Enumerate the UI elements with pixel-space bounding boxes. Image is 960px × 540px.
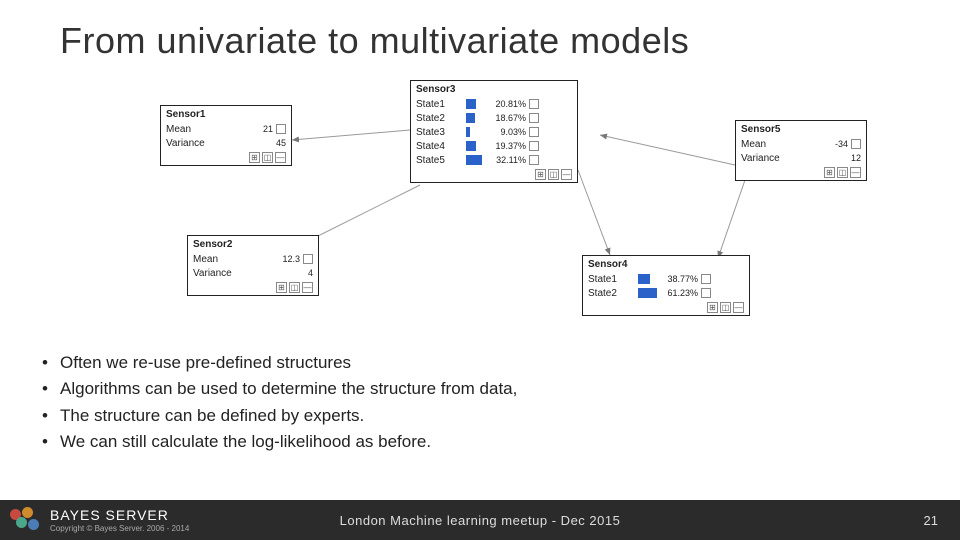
checkbox-icon	[529, 141, 539, 151]
stat-value: 12.3	[243, 254, 300, 264]
node-title: Sensor4	[588, 259, 744, 270]
node-toolbar: ⊞ ◫ —	[416, 169, 572, 180]
checkbox-icon	[529, 127, 539, 137]
stat-label: Variance	[193, 268, 243, 279]
chart-icon: ◫	[720, 302, 731, 313]
bullet-item: Algorithms can be used to determine the …	[42, 376, 517, 402]
node-sensor2: Sensor2 Mean 12.3 Variance 4 ⊞ ◫ —	[187, 235, 319, 296]
node-toolbar: ⊞ ◫ —	[741, 167, 861, 178]
checkbox-icon	[529, 99, 539, 109]
state-row: State2 61.23%	[588, 286, 744, 300]
state-bar	[466, 113, 492, 123]
stat-label: Variance	[741, 153, 791, 164]
state-row: State1 20.81%	[416, 97, 572, 111]
collapse-icon: —	[850, 167, 861, 178]
stat-row: Variance 4	[193, 266, 313, 280]
stat-row: Mean -34	[741, 137, 861, 151]
chart-icon: ◫	[548, 169, 559, 180]
node-title: Sensor5	[741, 124, 861, 135]
stat-row: Mean 21	[166, 122, 286, 136]
node-title: Sensor1	[166, 109, 286, 120]
state-bar	[466, 127, 492, 137]
collapse-icon: —	[561, 169, 572, 180]
collapse-icon: —	[733, 302, 744, 313]
bullet-item: Often we re-use pre-defined structures	[42, 350, 517, 376]
chart-icon: ◫	[837, 167, 848, 178]
state-row: State3 9.03%	[416, 125, 572, 139]
stat-label: Variance	[166, 138, 216, 149]
state-bar	[466, 155, 492, 165]
node-sensor4: Sensor4 State1 38.77% State2 61.23% ⊞ ◫ —	[582, 255, 750, 316]
stat-value: 4	[243, 268, 313, 278]
state-pct: 18.67%	[492, 113, 526, 123]
node-sensor5: Sensor5 Mean -34 Variance 12 ⊞ ◫ —	[735, 120, 867, 181]
slide-footer: BAYES SERVER Copyright © Bayes Server. 2…	[0, 500, 960, 540]
checkbox-icon	[701, 288, 711, 298]
collapse-icon: —	[302, 282, 313, 293]
state-label: State1	[588, 274, 638, 285]
state-pct: 61.23%	[664, 288, 698, 298]
stat-label: Mean	[193, 254, 243, 265]
chart-icon: ◫	[289, 282, 300, 293]
bullet-item: We can still calculate the log-likelihoo…	[42, 429, 517, 455]
stat-value: 45	[216, 138, 286, 148]
node-title: Sensor3	[416, 84, 572, 95]
node-sensor1: Sensor1 Mean 21 Variance 45 ⊞ ◫ —	[160, 105, 292, 166]
slide-title: From univariate to multivariate models	[60, 20, 689, 62]
checkbox-icon	[529, 155, 539, 165]
stat-value: 21	[216, 124, 273, 134]
state-pct: 9.03%	[492, 127, 526, 137]
grid-icon: ⊞	[707, 302, 718, 313]
state-row: State1 38.77%	[588, 272, 744, 286]
state-bar	[466, 99, 492, 109]
grid-icon: ⊞	[276, 282, 287, 293]
collapse-icon: —	[275, 152, 286, 163]
grid-icon: ⊞	[249, 152, 260, 163]
checkbox-icon	[303, 254, 313, 264]
state-label: State2	[588, 288, 638, 299]
state-pct: 19.37%	[492, 141, 526, 151]
stat-row: Variance 12	[741, 151, 861, 165]
checkbox-icon	[701, 274, 711, 284]
checkbox-icon	[851, 139, 861, 149]
chart-icon: ◫	[262, 152, 273, 163]
grid-icon: ⊞	[824, 167, 835, 178]
bullet-list: Often we re-use pre-defined structures A…	[42, 350, 517, 455]
footer-caption: London Machine learning meetup - Dec 201…	[0, 513, 960, 528]
node-toolbar: ⊞ ◫ —	[193, 282, 313, 293]
checkbox-icon	[276, 124, 286, 134]
state-label: State2	[416, 113, 466, 124]
node-sensor3: Sensor3 State1 20.81% State2 18.67% State3 9.…	[410, 80, 578, 183]
stat-value: 12	[791, 153, 861, 163]
state-row: State4 19.37%	[416, 139, 572, 153]
state-label: State5	[416, 155, 466, 166]
node-toolbar: ⊞ ◫ —	[588, 302, 744, 313]
stat-value: -34	[791, 139, 848, 149]
state-bar	[466, 141, 492, 151]
node-title: Sensor2	[193, 239, 313, 250]
stat-row: Mean 12.3	[193, 252, 313, 266]
state-bar	[638, 288, 664, 298]
stat-label: Mean	[741, 139, 791, 150]
grid-icon: ⊞	[535, 169, 546, 180]
network-diagram: Sensor1 Mean 21 Variance 45 ⊞ ◫ — Sensor…	[0, 80, 960, 340]
state-label: State4	[416, 141, 466, 152]
state-bar	[638, 274, 664, 284]
stat-row: Variance 45	[166, 136, 286, 150]
state-pct: 32.11%	[492, 155, 526, 165]
node-toolbar: ⊞ ◫ —	[166, 152, 286, 163]
state-row: State2 18.67%	[416, 111, 572, 125]
bullet-item: The structure can be defined by experts.	[42, 403, 517, 429]
page-number: 21	[924, 513, 938, 528]
state-pct: 20.81%	[492, 99, 526, 109]
state-label: State3	[416, 127, 466, 138]
checkbox-icon	[529, 113, 539, 123]
state-row: State5 32.11%	[416, 153, 572, 167]
state-label: State1	[416, 99, 466, 110]
state-pct: 38.77%	[664, 274, 698, 284]
stat-label: Mean	[166, 124, 216, 135]
